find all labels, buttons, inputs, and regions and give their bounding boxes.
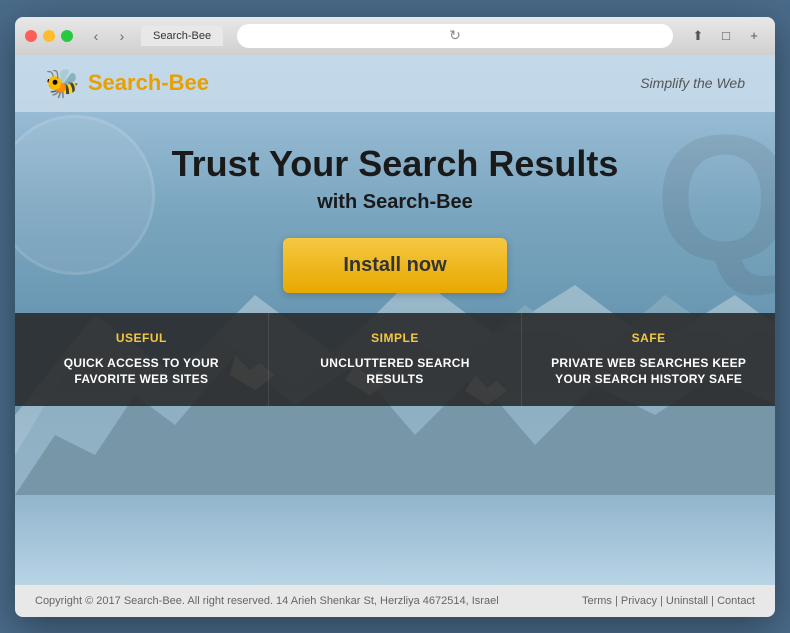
browser-tab[interactable]: Search-Bee (141, 26, 223, 46)
page-content: Q (15, 55, 775, 617)
feature-useful-desc: QUICK ACCESS TO YOUR FAVORITE WEB SITES (39, 355, 244, 389)
reload-icon: ↻ (449, 27, 461, 44)
feature-useful-label: USEFUL (39, 331, 244, 345)
logo-dash: - (161, 70, 168, 95)
hero-section: Q (15, 55, 775, 585)
feature-simple-desc: UNCLUTTERED SEARCH RESULTS (293, 355, 498, 389)
tagline: Simplify the Web (640, 75, 745, 91)
feature-simple: SIMPLE UNCLUTTERED SEARCH RESULTS (269, 313, 523, 407)
footer: Copyright © 2017 Search-Bee. All right r… (15, 585, 775, 617)
maximize-button[interactable] (61, 30, 73, 42)
feature-safe-desc: PRIVATE WEB SEARCHES KEEP YOUR SEARCH HI… (546, 355, 751, 389)
share-icon[interactable]: ⬆ (687, 25, 709, 47)
browser-window: ‹ › Search-Bee ↻ ⬆ □ + Q (15, 17, 775, 617)
new-tab-icon[interactable]: + (743, 25, 765, 47)
hero-text-area: Trust Your Search Results with Search-Be… (152, 112, 639, 313)
address-bar[interactable]: ↻ (237, 24, 673, 48)
forward-button[interactable]: › (111, 25, 133, 47)
logo-text: Search-Bee (88, 70, 209, 96)
install-button[interactable]: Install now (283, 238, 506, 293)
features-section: USEFUL QUICK ACCESS TO YOUR FAVORITE WEB… (15, 313, 775, 407)
tab-label: Search-Bee (153, 30, 211, 42)
feature-safe: SAFE PRIVATE WEB SEARCHES KEEP YOUR SEAR… (522, 313, 775, 407)
close-button[interactable] (25, 30, 37, 42)
feature-useful: USEFUL QUICK ACCESS TO YOUR FAVORITE WEB… (15, 313, 269, 407)
header-bar: 🐝 Search-Bee Simplify the Web (15, 55, 775, 112)
add-bookmark-icon[interactable]: □ (715, 25, 737, 47)
feature-simple-label: SIMPLE (293, 331, 498, 345)
hero-title: Trust Your Search Results (172, 142, 619, 185)
back-button[interactable]: ‹ (85, 25, 107, 47)
feature-safe-label: SAFE (546, 331, 751, 345)
logo-container: 🐝 Search-Bee (45, 67, 209, 100)
logo-suffix: Bee (169, 70, 209, 95)
footer-copyright: Copyright © 2017 Search-Bee. All right r… (35, 595, 499, 607)
logo-prefix: Search (88, 70, 161, 95)
bee-icon: 🐝 (45, 67, 80, 100)
toolbar-right: ⬆ □ + (687, 25, 765, 47)
hero-subtitle: with Search-Bee (172, 191, 619, 214)
browser-titlebar: ‹ › Search-Bee ↻ ⬆ □ + (15, 17, 775, 55)
traffic-lights (25, 30, 73, 42)
footer-links[interactable]: Terms | Privacy | Uninstall | Contact (582, 595, 755, 607)
minimize-button[interactable] (43, 30, 55, 42)
nav-buttons: ‹ › (85, 25, 133, 47)
